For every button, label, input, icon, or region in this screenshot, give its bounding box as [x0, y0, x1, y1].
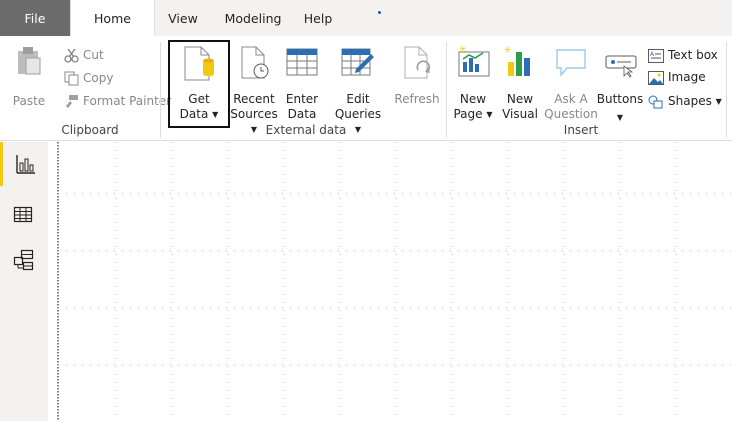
refresh-label: Refresh [394, 92, 440, 106]
clipboard-group-label: Clipboard [61, 123, 119, 137]
new-visual-button[interactable]: ✳ New Visual [498, 40, 542, 124]
ribbon: Paste Cut Copy Format Painter Clipboard [0, 36, 732, 141]
group-divider [446, 42, 447, 138]
edit-queries-label-2-text: Queries [334, 107, 382, 121]
model-view-button[interactable] [0, 238, 48, 282]
ribbon-tab-bar: File Home View Modeling Help [0, 0, 732, 38]
report-view-button[interactable] [0, 142, 48, 186]
enter-data-label-1: Enter [285, 92, 319, 106]
paste-label: Paste [12, 94, 46, 108]
edit-queries-button[interactable]: Edit Queries ▼ [330, 40, 386, 134]
ask-a-question-button[interactable]: Ask A Question [544, 40, 598, 124]
canvas-dot-grid [57, 142, 732, 421]
image-button[interactable]: Image [648, 70, 706, 85]
speech-bubble-icon [556, 49, 586, 77]
model-view-icon [13, 249, 34, 271]
svg-text:✳: ✳ [504, 46, 512, 56]
tab-help[interactable]: Help [298, 0, 338, 36]
get-data-highlight-frame [168, 40, 230, 128]
copy-button[interactable]: Copy [64, 71, 113, 86]
tab-view[interactable]: View [159, 0, 207, 36]
view-switcher-rail [0, 142, 48, 421]
refresh-icon [404, 46, 431, 79]
new-page-label-2: Page ▼ [450, 107, 496, 122]
group-divider [160, 42, 161, 138]
new-page-icon: ✳ [458, 45, 490, 77]
data-view-icon [13, 206, 33, 223]
edit-queries-icon [341, 48, 374, 76]
recent-sources-label-2-text: Sources [230, 107, 278, 121]
cut-label: Cut [83, 48, 104, 62]
enter-data-button[interactable]: Enter Data [280, 40, 324, 124]
format-painter-label: Format Painter [83, 94, 172, 108]
chevron-down-icon: ▼ [715, 97, 722, 106]
shapes-label: Shapes [668, 94, 712, 108]
chevron-down-icon: ▼ [486, 110, 493, 119]
refresh-button[interactable]: Refresh [392, 40, 442, 124]
new-page-label-1: New [459, 92, 487, 106]
scissors-icon [64, 48, 79, 63]
tab-home[interactable]: Home [70, 0, 155, 38]
svg-text:✳: ✳ [459, 45, 467, 55]
copy-label: Copy [83, 71, 114, 85]
paste-button[interactable]: Paste [4, 40, 54, 120]
buttons-icon [605, 55, 637, 78]
buttons-button[interactable]: Buttons ▼ [596, 40, 644, 124]
copy-icon [64, 71, 79, 86]
new-page-button[interactable]: ✳ New Page ▼ [450, 40, 496, 124]
report-view-icon [16, 155, 35, 174]
image-label: Image [668, 70, 706, 84]
new-visual-label-1: New [506, 92, 534, 106]
paste-icon [18, 47, 41, 75]
recent-sources-button[interactable]: Recent Sources ▼ [226, 40, 282, 134]
ask-a-question-label-2: Question [544, 107, 598, 121]
format-painter-button[interactable]: Format Painter [64, 94, 171, 109]
shapes-icon [648, 95, 663, 108]
buttons-label: Buttons [596, 92, 644, 106]
tab-file[interactable]: File [0, 0, 70, 36]
data-view-button[interactable] [0, 194, 48, 238]
new-visual-icon: ✳ [504, 46, 530, 76]
text-box-button[interactable]: A Text box [648, 48, 718, 63]
image-icon [648, 70, 664, 85]
recent-sources-icon [241, 46, 269, 79]
format-painter-icon [66, 95, 78, 108]
cut-button[interactable]: Cut [64, 48, 104, 63]
shapes-button[interactable]: Shapes ▼ [648, 94, 722, 109]
recent-sources-label-1: Recent [233, 92, 275, 106]
ask-a-question-label-1: Ask A [554, 92, 588, 106]
table-icon [286, 48, 318, 76]
new-visual-label-2: Visual [502, 107, 538, 121]
group-divider [726, 42, 727, 138]
new-page-label-2-text: Page [453, 107, 483, 121]
text-box-label: Text box [668, 48, 718, 62]
report-canvas[interactable] [48, 142, 732, 421]
insert-group-label: Insert [563, 123, 599, 137]
tab-modeling[interactable]: Modeling [214, 0, 292, 36]
enter-data-label-2: Data [287, 107, 317, 121]
tab-indicator-dot [378, 11, 381, 14]
edit-queries-label-1: Edit [346, 92, 370, 106]
text-box-icon: A [648, 48, 664, 63]
